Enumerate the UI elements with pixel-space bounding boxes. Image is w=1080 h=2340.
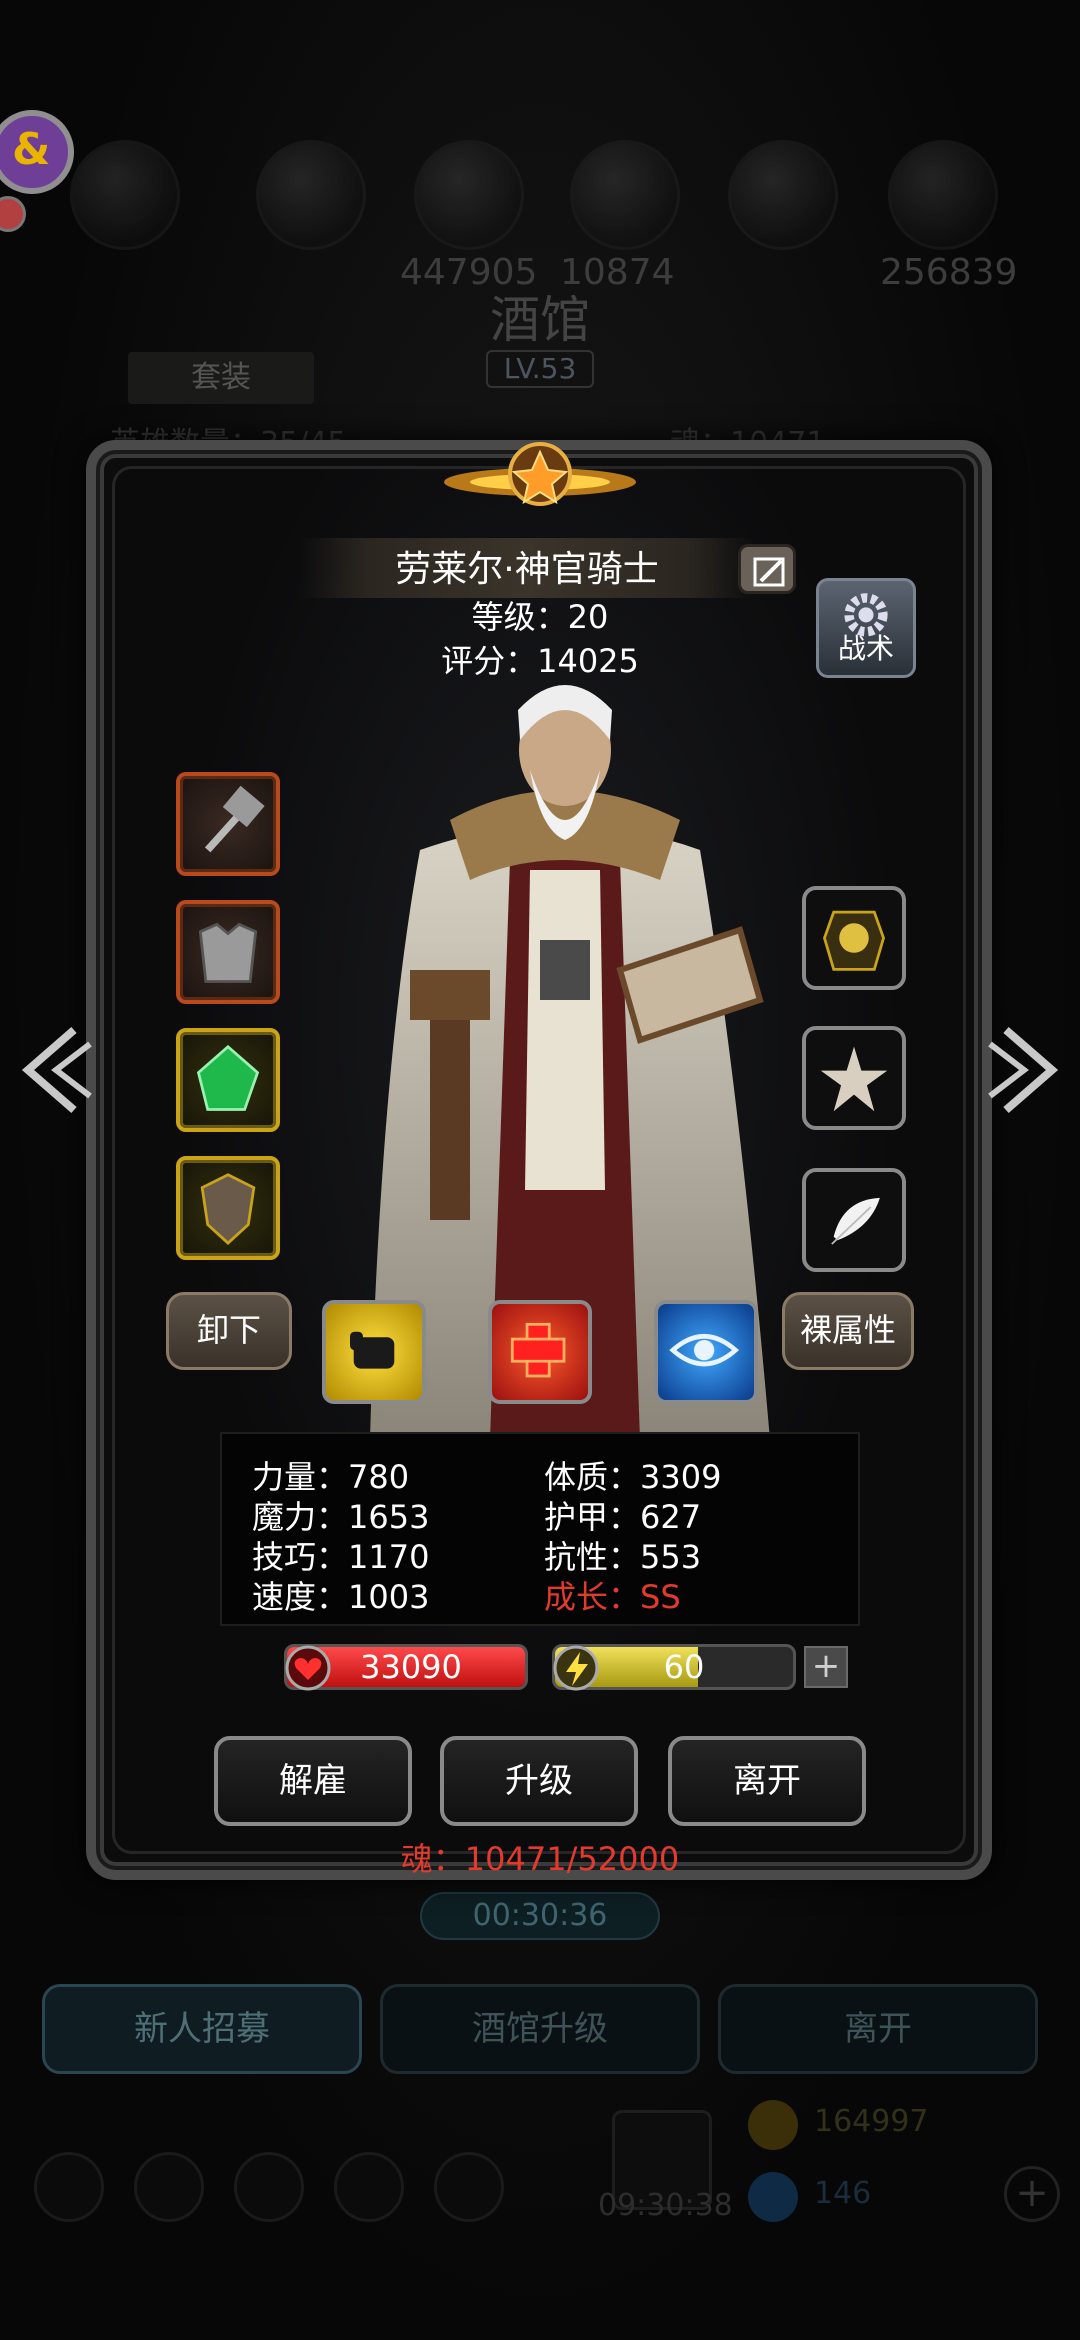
equipment-slot-amulet[interactable] xyxy=(802,886,906,990)
recruit-timer: 00:30:36 xyxy=(420,1892,660,1940)
base-attributes-button[interactable]: 裸属性 xyxy=(782,1292,914,1370)
notification-dot xyxy=(0,196,26,232)
equipment-slot-armor[interactable] xyxy=(176,900,280,1004)
starfish-icon xyxy=(820,1046,888,1112)
bottom-nav-icon[interactable] xyxy=(34,2152,104,2222)
sun-crest-icon xyxy=(444,442,636,506)
leave-button[interactable]: 离开 xyxy=(668,1736,866,1826)
next-hero-arrow-icon[interactable] xyxy=(986,1020,1066,1120)
feather-icon xyxy=(831,1197,880,1245)
gift-timer: 09:30:38 xyxy=(598,2188,733,2223)
stat-speed: 速度：1003 xyxy=(252,1578,430,1616)
hammer-icon xyxy=(204,785,265,853)
tab-new-recruit[interactable]: 新人招募 xyxy=(42,1984,362,2074)
health-attribute-button[interactable] xyxy=(488,1300,592,1404)
vision-attribute-button[interactable] xyxy=(654,1300,758,1404)
ore-resource-icon xyxy=(570,140,680,250)
crystal-resource-icon xyxy=(728,140,838,250)
lightning-icon xyxy=(553,1645,599,1691)
bottom-nav-icon[interactable] xyxy=(234,2152,304,2222)
suit-tab[interactable]: 套装 xyxy=(128,352,314,404)
upgrade-button[interactable]: 升级 xyxy=(440,1736,638,1826)
medical-cross-icon xyxy=(510,1322,566,1378)
equipment-slot-accessory[interactable] xyxy=(802,1026,906,1130)
fist-icon xyxy=(350,1331,395,1369)
bread-resource-icon xyxy=(414,140,524,250)
add-currency-button[interactable]: + xyxy=(1004,2166,1060,2222)
skull-amulet-icon xyxy=(823,910,885,971)
dismiss-button[interactable]: 解雇 xyxy=(214,1736,412,1826)
tavern-level-badge: LV.53 xyxy=(486,350,594,388)
equipment-slot-trinket[interactable] xyxy=(802,1168,906,1272)
armor-icon xyxy=(198,922,258,983)
tactics-button[interactable]: 战术 xyxy=(816,578,916,678)
hero-portrait-icon[interactable] xyxy=(70,140,180,250)
equipment-slot-shield[interactable] xyxy=(176,1156,280,1260)
soul-progress-text: 魂：10471/52000 xyxy=(400,1840,680,1878)
wood-resource-icon xyxy=(256,140,366,250)
tavern-title: 酒馆 xyxy=(490,291,590,349)
heart-icon xyxy=(285,1645,331,1691)
stat-growth: 成长：SS xyxy=(544,1578,681,1616)
tactics-label: 战术 xyxy=(837,632,894,665)
bottom-nav-icon[interactable] xyxy=(134,2152,204,2222)
assistant-icon: & xyxy=(0,110,74,194)
unequip-button[interactable]: 卸下 xyxy=(166,1292,292,1370)
equipment-slot-gem[interactable] xyxy=(176,1028,280,1132)
gem-icon xyxy=(748,2172,798,2222)
hero-name: 劳莱尔·神官骑士 xyxy=(395,549,659,590)
gold-value: 164997 xyxy=(814,2104,929,2139)
floating-assistant-button[interactable]: & xyxy=(0,110,74,250)
add-energy-button[interactable]: + xyxy=(804,1646,848,1688)
pencil-icon xyxy=(753,557,785,587)
meat-resource-icon xyxy=(888,140,998,250)
emerald-icon xyxy=(196,1044,260,1111)
gold-coin-icon xyxy=(748,2100,798,2150)
hero-level: 等级：20 xyxy=(471,598,609,636)
eye-icon xyxy=(669,1334,740,1367)
bottom-nav-icon[interactable] xyxy=(334,2152,404,2222)
gem-value: 146 xyxy=(814,2176,872,2211)
equipment-slot-weapon[interactable] xyxy=(176,772,280,876)
strength-attribute-button[interactable] xyxy=(322,1300,426,1404)
bottom-nav-icon[interactable] xyxy=(434,2152,504,2222)
previous-hero-arrow-icon[interactable] xyxy=(14,1020,94,1120)
tab-tavern-upgrade[interactable]: 酒馆升级 xyxy=(380,1984,700,2074)
edit-name-button[interactable] xyxy=(738,544,796,594)
tab-leave[interactable]: 离开 xyxy=(718,1984,1038,2074)
shield-icon xyxy=(200,1173,256,1245)
